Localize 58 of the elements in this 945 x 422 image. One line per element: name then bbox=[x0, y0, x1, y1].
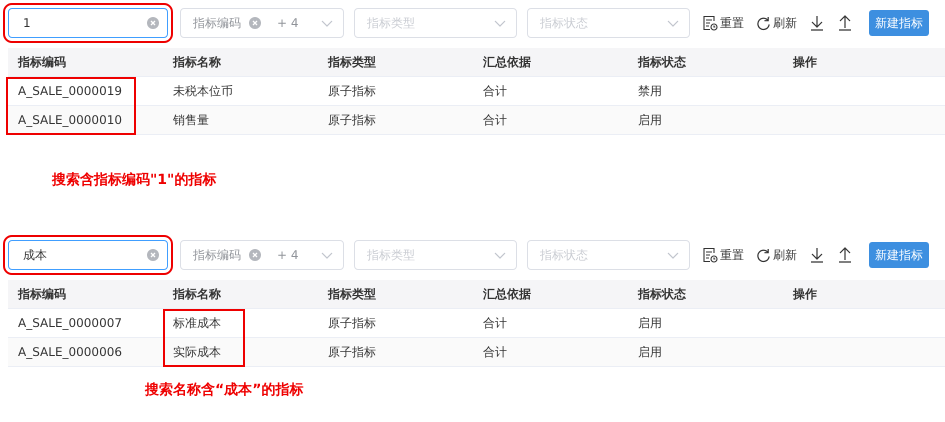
table-cell-text: 合计 bbox=[482, 82, 508, 100]
column-header: 指标类型 bbox=[326, 286, 377, 302]
column-header: 指标类型 bbox=[326, 54, 377, 70]
reset-button[interactable]: 重置 bbox=[702, 14, 744, 32]
column-header: 指标状态 bbox=[636, 286, 687, 302]
table-cell-text: 销售量 bbox=[172, 112, 210, 128]
document-clock-icon bbox=[702, 247, 718, 263]
chevron-down-icon bbox=[667, 20, 679, 26]
table-cell-text: 启用 bbox=[637, 314, 663, 332]
tag-label: 指标编码 bbox=[193, 246, 241, 264]
chevron-down-icon bbox=[494, 20, 506, 26]
refresh-icon bbox=[756, 248, 771, 262]
upload-icon[interactable] bbox=[837, 247, 853, 263]
refresh-icon bbox=[756, 16, 771, 30]
chevron-down-icon bbox=[321, 20, 333, 26]
column-header: 操作 bbox=[792, 54, 818, 70]
annotation-caption: 搜索含指标编码"1"的指标 bbox=[52, 172, 216, 188]
table-cell-text: A_SALE_0000010 bbox=[17, 113, 123, 127]
column-header: 汇总依据 bbox=[482, 54, 532, 70]
chevron-down-icon bbox=[667, 252, 679, 258]
table-cell-text: 合计 bbox=[482, 344, 508, 360]
reset-button[interactable]: 重置 bbox=[702, 246, 744, 264]
table-cell-text: A_SALE_0000006 bbox=[17, 345, 123, 359]
table-cell-text: 原子指标 bbox=[327, 82, 377, 100]
download-icon[interactable] bbox=[809, 15, 825, 31]
download-icon[interactable] bbox=[809, 247, 825, 263]
more-count: + 4 bbox=[277, 248, 299, 262]
search-input[interactable]: 1 bbox=[23, 16, 133, 30]
chevron-down-icon bbox=[321, 252, 333, 258]
chevron-down-icon bbox=[494, 252, 506, 258]
refresh-button[interactable]: 刷新 bbox=[756, 246, 797, 264]
column-header: 操作 bbox=[792, 286, 818, 302]
annotation-caption: 搜索名称含“成本”的指标 bbox=[145, 382, 304, 398]
column-header: 指标编码 bbox=[16, 54, 67, 70]
table-cell-text: A_SALE_0000007 bbox=[17, 316, 123, 330]
table-cell-text: 未税本位币 bbox=[172, 82, 234, 100]
column-header: 指标状态 bbox=[636, 54, 687, 70]
table-cell-text: 启用 bbox=[637, 344, 663, 360]
table-cell-text: 禁用 bbox=[637, 82, 663, 100]
more-count: + 4 bbox=[277, 16, 299, 30]
column-header: 指标编码 bbox=[16, 286, 67, 302]
table-cell-text: 实际成本 bbox=[172, 344, 222, 360]
table-cell-text: 原子指标 bbox=[327, 314, 377, 332]
refresh-button[interactable]: 刷新 bbox=[756, 14, 797, 32]
table-cell-text: 标准成本 bbox=[172, 314, 222, 332]
column-header: 指标名称 bbox=[172, 54, 222, 70]
table-cell-text: A_SALE_0000019 bbox=[17, 84, 123, 98]
table-cell-text: 原子指标 bbox=[327, 344, 377, 360]
table-cell-text: 启用 bbox=[637, 112, 663, 128]
upload-icon[interactable] bbox=[837, 15, 853, 31]
column-header: 指标名称 bbox=[172, 286, 222, 302]
search-input[interactable]: 成本 bbox=[23, 248, 133, 262]
table-cell-text: 合计 bbox=[482, 112, 508, 128]
tag-label: 指标编码 bbox=[193, 14, 241, 32]
table-cell-text: 合计 bbox=[482, 314, 508, 332]
column-header: 汇总依据 bbox=[482, 286, 532, 302]
document-clock-icon bbox=[702, 15, 718, 31]
table-cell-text: 原子指标 bbox=[327, 112, 377, 128]
